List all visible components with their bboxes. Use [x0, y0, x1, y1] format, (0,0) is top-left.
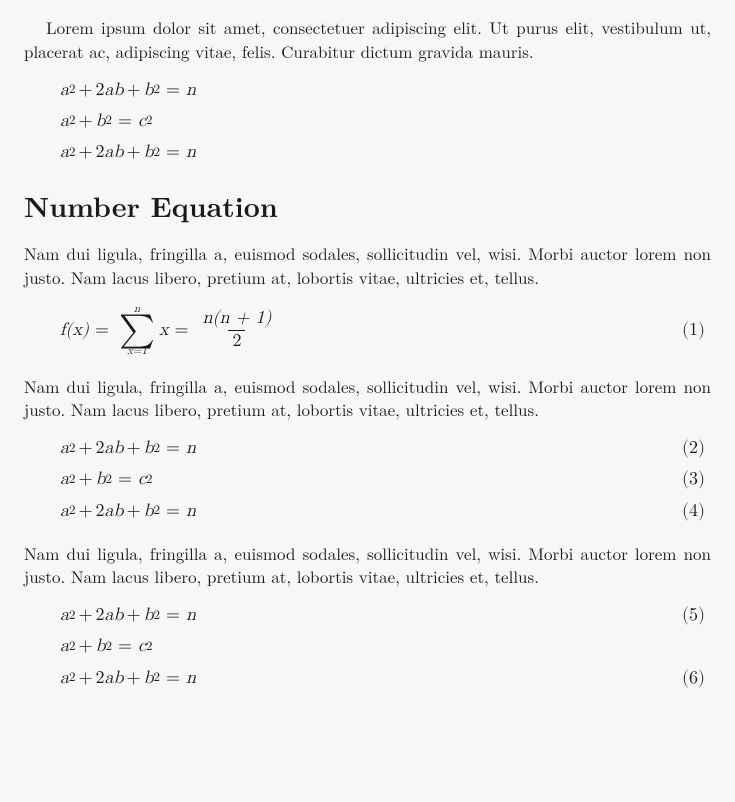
equation: a2+b2=c2 — [60, 109, 711, 134]
equation-number: (4) — [682, 499, 711, 524]
equation-number: (1) — [682, 318, 711, 343]
equation: a2+b2=c2 — [60, 634, 711, 659]
paragraph-2: Nam dui ligula, fringilla a, euismod sod… — [24, 242, 711, 290]
text: Lorem ipsum dolor sit amet, consectetuer… — [24, 15, 711, 63]
equation-number: (6) — [682, 666, 711, 691]
equation-number: (3) — [682, 467, 711, 492]
equation: a2+2ab+b2=n (4) — [60, 499, 711, 524]
equation-number: (5) — [682, 603, 711, 628]
paragraph-3: Nam dui ligula, fringilla a, euismod sod… — [24, 375, 711, 423]
section-heading: Number Equation — [24, 187, 711, 226]
equation-numbered-1: f(x)= n ∑ x=1 x= n(n + 1) 2 (1) — [60, 304, 711, 357]
summation-symbol: n ∑ x=1 — [119, 304, 155, 357]
equation-number: (2) — [682, 436, 711, 461]
paragraph-1: Lorem ipsum dolor sit amet, consectetuer… — [24, 16, 711, 64]
equation: a2+b2=c2 (3) — [60, 467, 711, 492]
equation-group-1: a2+2ab+b2=n a2+b2=c2 a2+2ab+b2=n — [60, 78, 711, 166]
equation: a2+2ab+b2=n — [60, 140, 711, 165]
fraction: n(n + 1) 2 — [198, 309, 275, 352]
equation-group-2: a2+2ab+b2=n (2) a2+b2=c2 (3) a2+2ab+b2=n… — [60, 436, 711, 524]
equation: a2+2ab+b2=n (2) — [60, 436, 711, 461]
equation: a2+2ab+b2=n — [60, 78, 711, 103]
equation: a2+2ab+b2=n (6) — [60, 666, 711, 691]
paragraph-4: Nam dui ligula, fringilla a, euismod sod… — [24, 542, 711, 590]
equation-group-3: a2+2ab+b2=n (5) a2+b2=c2 a2+2ab+b2=n (6) — [60, 603, 711, 691]
equation: a2+2ab+b2=n (5) — [60, 603, 711, 628]
